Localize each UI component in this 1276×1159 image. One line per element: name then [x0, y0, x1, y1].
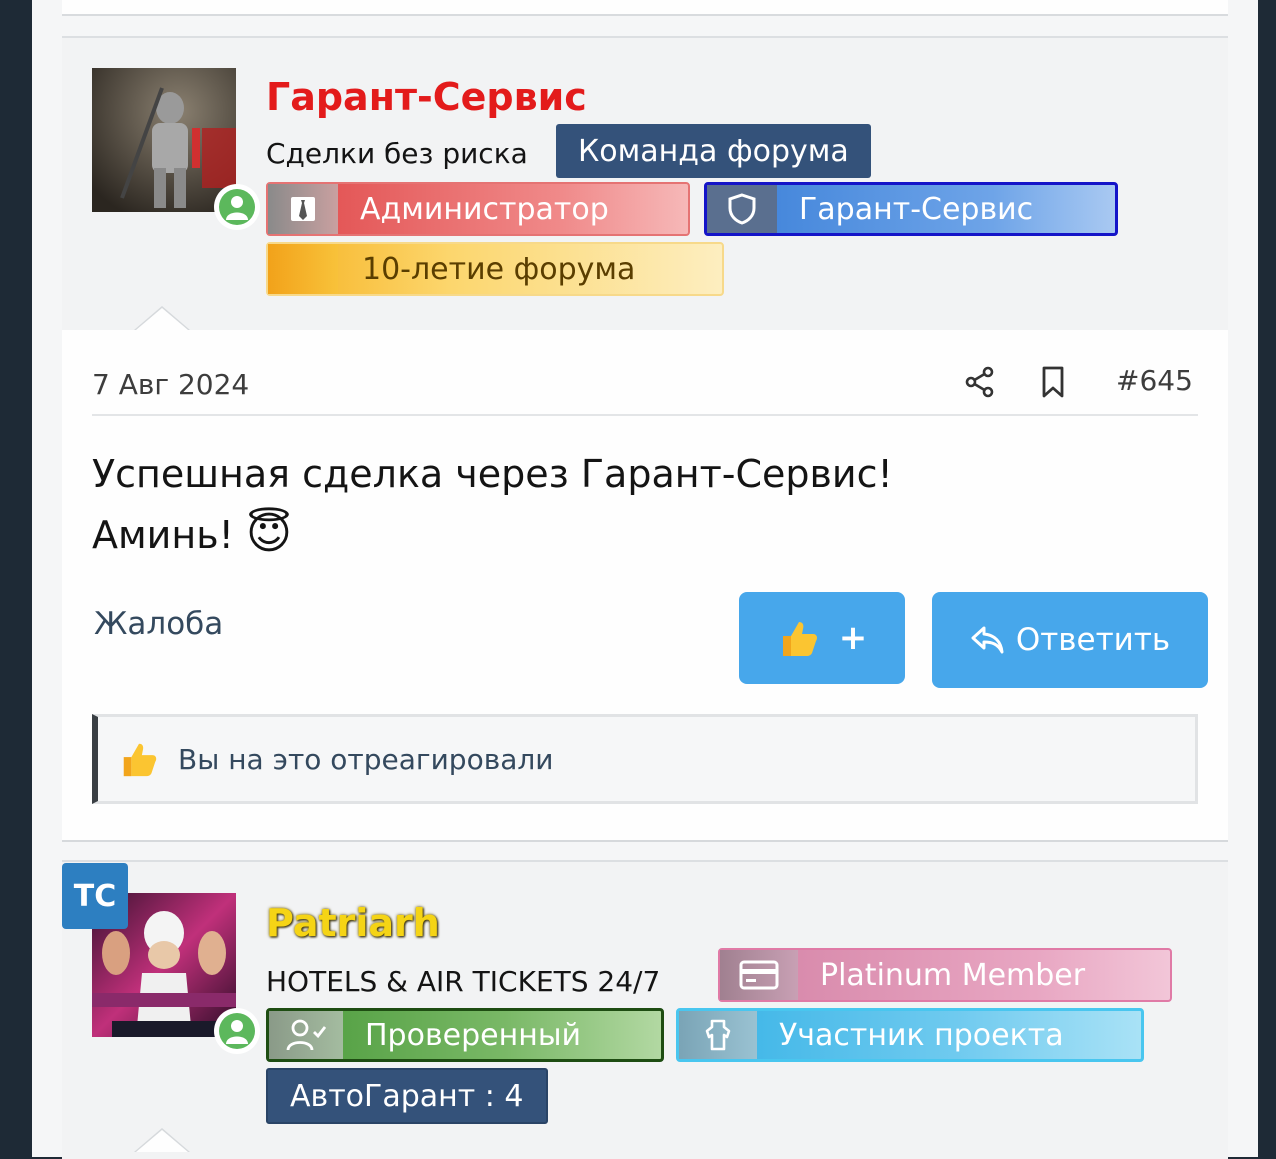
- online-status-icon: [214, 1008, 260, 1054]
- previous-post-end: [62, 0, 1228, 16]
- username-text[interactable]: Гарант-Сервис: [266, 75, 587, 119]
- admin-badge: Администратор: [266, 182, 690, 236]
- share-icon[interactable]: [962, 364, 998, 404]
- verified-badge-label: Проверенный: [365, 1017, 582, 1053]
- autoguarant-badge: АвтоГарант : 4: [266, 1068, 548, 1124]
- halo-smile-icon: 😇: [245, 508, 292, 559]
- anniversary-badge-label: 10-летие форума: [362, 251, 636, 287]
- reply-icon: [970, 624, 1006, 656]
- header-caret: [134, 306, 190, 330]
- avatar[interactable]: [92, 68, 236, 212]
- report-link[interactable]: Жалоба: [94, 606, 223, 642]
- post-message: Успешная сделка через Гарант-Сервис! Ами…: [92, 444, 893, 565]
- reply-button[interactable]: Ответить: [932, 592, 1208, 688]
- like-button[interactable]: +: [739, 592, 905, 684]
- post-number[interactable]: #645: [1116, 364, 1193, 397]
- post-date[interactable]: 7 Авг 2024: [92, 368, 249, 401]
- shield-icon: [707, 185, 777, 233]
- username[interactable]: Гарант-Сервис: [266, 74, 587, 120]
- post: Гарант-Сервис Сделки без риска Команда ф…: [62, 36, 1228, 842]
- meta-separator: [92, 414, 1198, 416]
- guarant-badge: Гарант-Сервис: [704, 182, 1118, 236]
- message-line-2: Аминь! 😇: [92, 504, 893, 565]
- user-title: HOTELS & AIR TICKETS 24/7: [266, 965, 661, 998]
- post-user-header: Гарант-Сервис Сделки без риска Команда ф…: [62, 36, 1228, 332]
- message-line-1: Успешная сделка через Гарант-Сервис!: [92, 452, 893, 496]
- page: Гарант-Сервис Сделки без риска Команда ф…: [32, 0, 1258, 1159]
- platinum-badge: Platinum Member: [718, 948, 1172, 1002]
- admin-badge-label: Администратор: [360, 191, 609, 227]
- online-status-icon: [214, 184, 260, 230]
- post-body: 7 Авг 2024 #645 Успешная сделка через Га…: [62, 330, 1228, 842]
- cake-icon: [679, 1011, 757, 1059]
- tie-icon: [268, 184, 338, 234]
- guarant-badge-label: Гарант-Сервис: [799, 191, 1034, 227]
- username[interactable]: Patriarh: [266, 900, 440, 946]
- platinum-badge-label: Platinum Member: [820, 957, 1086, 993]
- user-title: Сделки без риска: [266, 137, 528, 170]
- bookmark-icon[interactable]: [1038, 364, 1068, 404]
- star-icon: [268, 244, 338, 294]
- anniversary-badge: 10-летие форума: [266, 242, 724, 296]
- credit-card-icon: [720, 950, 798, 1000]
- thumbs-up-icon: [777, 616, 821, 660]
- reaction-text: Вы на это отреагировали: [178, 742, 554, 776]
- like-plus: +: [838, 618, 868, 658]
- participant-badge: Участник проекта: [676, 1008, 1144, 1062]
- username-text[interactable]: Patriarh: [266, 901, 440, 945]
- reply-label: Ответить: [1015, 622, 1171, 658]
- reaction-summary[interactable]: Вы на это отреагировали: [92, 714, 1198, 804]
- thumbs-up-icon: [118, 738, 160, 780]
- topic-starter-badge: TC: [62, 863, 128, 929]
- participant-badge-label: Участник проекта: [779, 1017, 1064, 1053]
- header-caret: [134, 1128, 190, 1152]
- post-user-header: Patriarh HOTELS & AIR TICKETS 24/7 Plati…: [62, 860, 1228, 1159]
- user-check-icon: [269, 1011, 343, 1059]
- team-badge: Команда форума: [556, 124, 871, 178]
- verified-badge: Проверенный: [266, 1008, 664, 1062]
- post: Patriarh HOTELS & AIR TICKETS 24/7 Plati…: [62, 860, 1228, 1159]
- message-line-2-text: Аминь!: [92, 513, 234, 557]
